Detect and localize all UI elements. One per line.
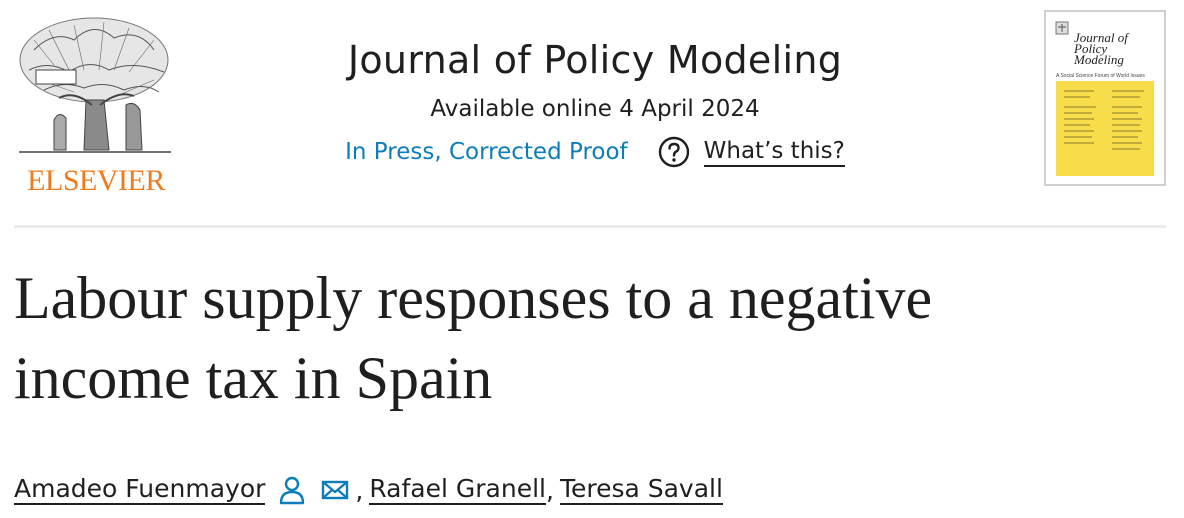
journal-cover-thumbnail[interactable]: Journal of Policy Modeling A Social Scie…	[1044, 10, 1166, 186]
author-separator: ,	[545, 475, 554, 505]
cover-image: Journal of Policy Modeling A Social Scie…	[1052, 18, 1158, 178]
journal-title-link[interactable]: Journal of Policy Modeling	[220, 38, 970, 82]
cover-title: Journal of Policy Modeling	[1074, 31, 1128, 67]
article-title-line2: income tax in Spain	[14, 345, 493, 411]
status-row: In Press, Corrected Proof What’s this?	[220, 136, 970, 168]
cover-elsevier-mini-icon	[1055, 21, 1069, 35]
in-press-link[interactable]: In Press, Corrected Proof	[345, 139, 628, 165]
available-online-date: Available online 4 April 2024	[430, 96, 760, 122]
cover-subtitle: A Social Science Forum of World Issues	[1056, 73, 1145, 79]
cover-text-lines-icon	[1064, 90, 1144, 150]
author-list: Amadeo Fuenmayor , Rafael Granell , Tere…	[14, 470, 723, 510]
article-title-line1: Labour supply responses to a negative	[14, 265, 933, 331]
whats-this-label: What’s this?	[703, 138, 845, 167]
author-link[interactable]: Teresa Savall	[559, 475, 723, 505]
elsevier-logo[interactable]: ELSEVIER	[14, 10, 176, 197]
journal-info: Journal of Policy Modeling Available onl…	[220, 38, 970, 168]
publisher-wordmark: ELSEVIER	[27, 164, 165, 197]
whats-this-button[interactable]: What’s this?	[658, 136, 845, 168]
header-divider	[14, 225, 1166, 228]
elsevier-tree-icon	[19, 17, 171, 153]
author-separator: ,	[355, 475, 364, 505]
question-circle-icon	[658, 136, 689, 168]
article-title: Labour supply responses to a negative in…	[14, 258, 1174, 418]
envelope-icon[interactable]	[321, 479, 349, 501]
author-link[interactable]: Rafael Granell	[369, 475, 546, 505]
person-icon[interactable]	[279, 475, 305, 505]
cover-yellow-panel	[1056, 81, 1154, 176]
cover-title-line3: Modeling	[1074, 52, 1124, 67]
article-header: ELSEVIER Journal of Policy Modeling Avai…	[0, 0, 1184, 200]
author-link[interactable]: Amadeo Fuenmayor	[14, 475, 266, 505]
